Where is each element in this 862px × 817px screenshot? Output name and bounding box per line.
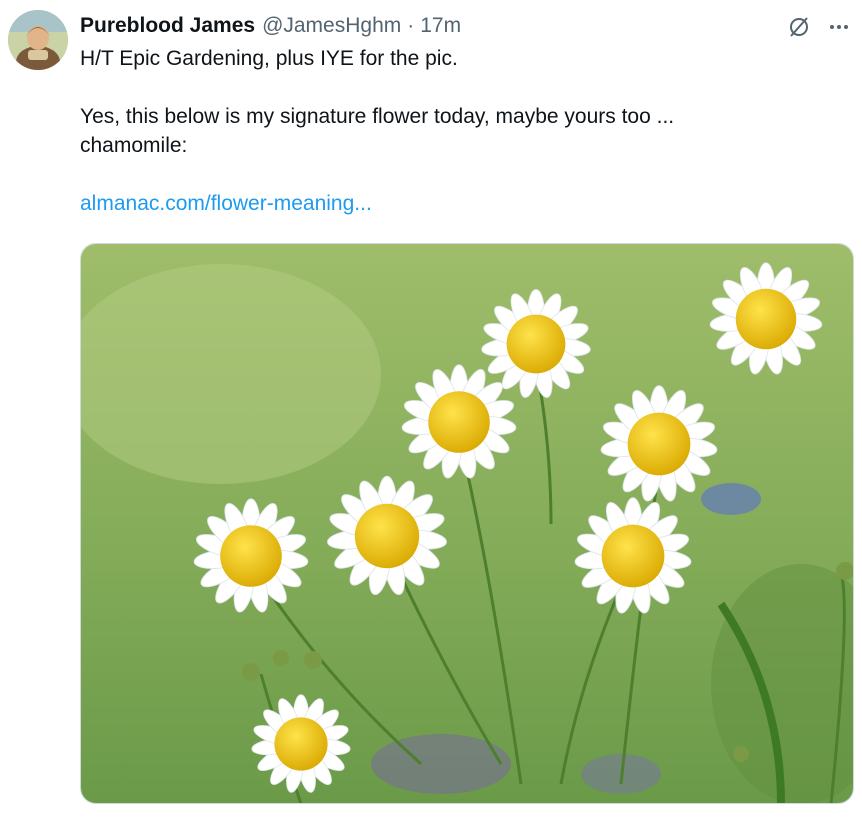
avatar[interactable]	[8, 10, 68, 70]
user-handle[interactable]: @JamesHghm	[262, 14, 401, 38]
tweet-line-2: Yes, this below is my signature flower t…	[80, 105, 675, 128]
display-name[interactable]: Pureblood James	[80, 14, 255, 38]
tweet-line-3: chamomile:	[80, 134, 188, 157]
chamomile-photo	[81, 244, 853, 803]
header-actions	[784, 12, 854, 42]
timestamp[interactable]: 17m	[420, 14, 461, 38]
grok-slash-icon[interactable]	[784, 12, 814, 42]
tweet-text: H/T Epic Gardening, plus IYE for the pic…	[80, 44, 840, 218]
tweet-media[interactable]	[80, 243, 854, 804]
tweet-line-1: H/T Epic Gardening, plus IYE for the pic…	[80, 47, 458, 70]
tweet-header: Pureblood James @JamesHghm · 17m	[80, 12, 461, 40]
separator-dot: ·	[407, 14, 415, 37]
almanac-link[interactable]: almanac.com/flower-meaning...	[80, 192, 372, 215]
more-icon[interactable]	[824, 12, 854, 42]
avatar-image	[8, 10, 68, 70]
